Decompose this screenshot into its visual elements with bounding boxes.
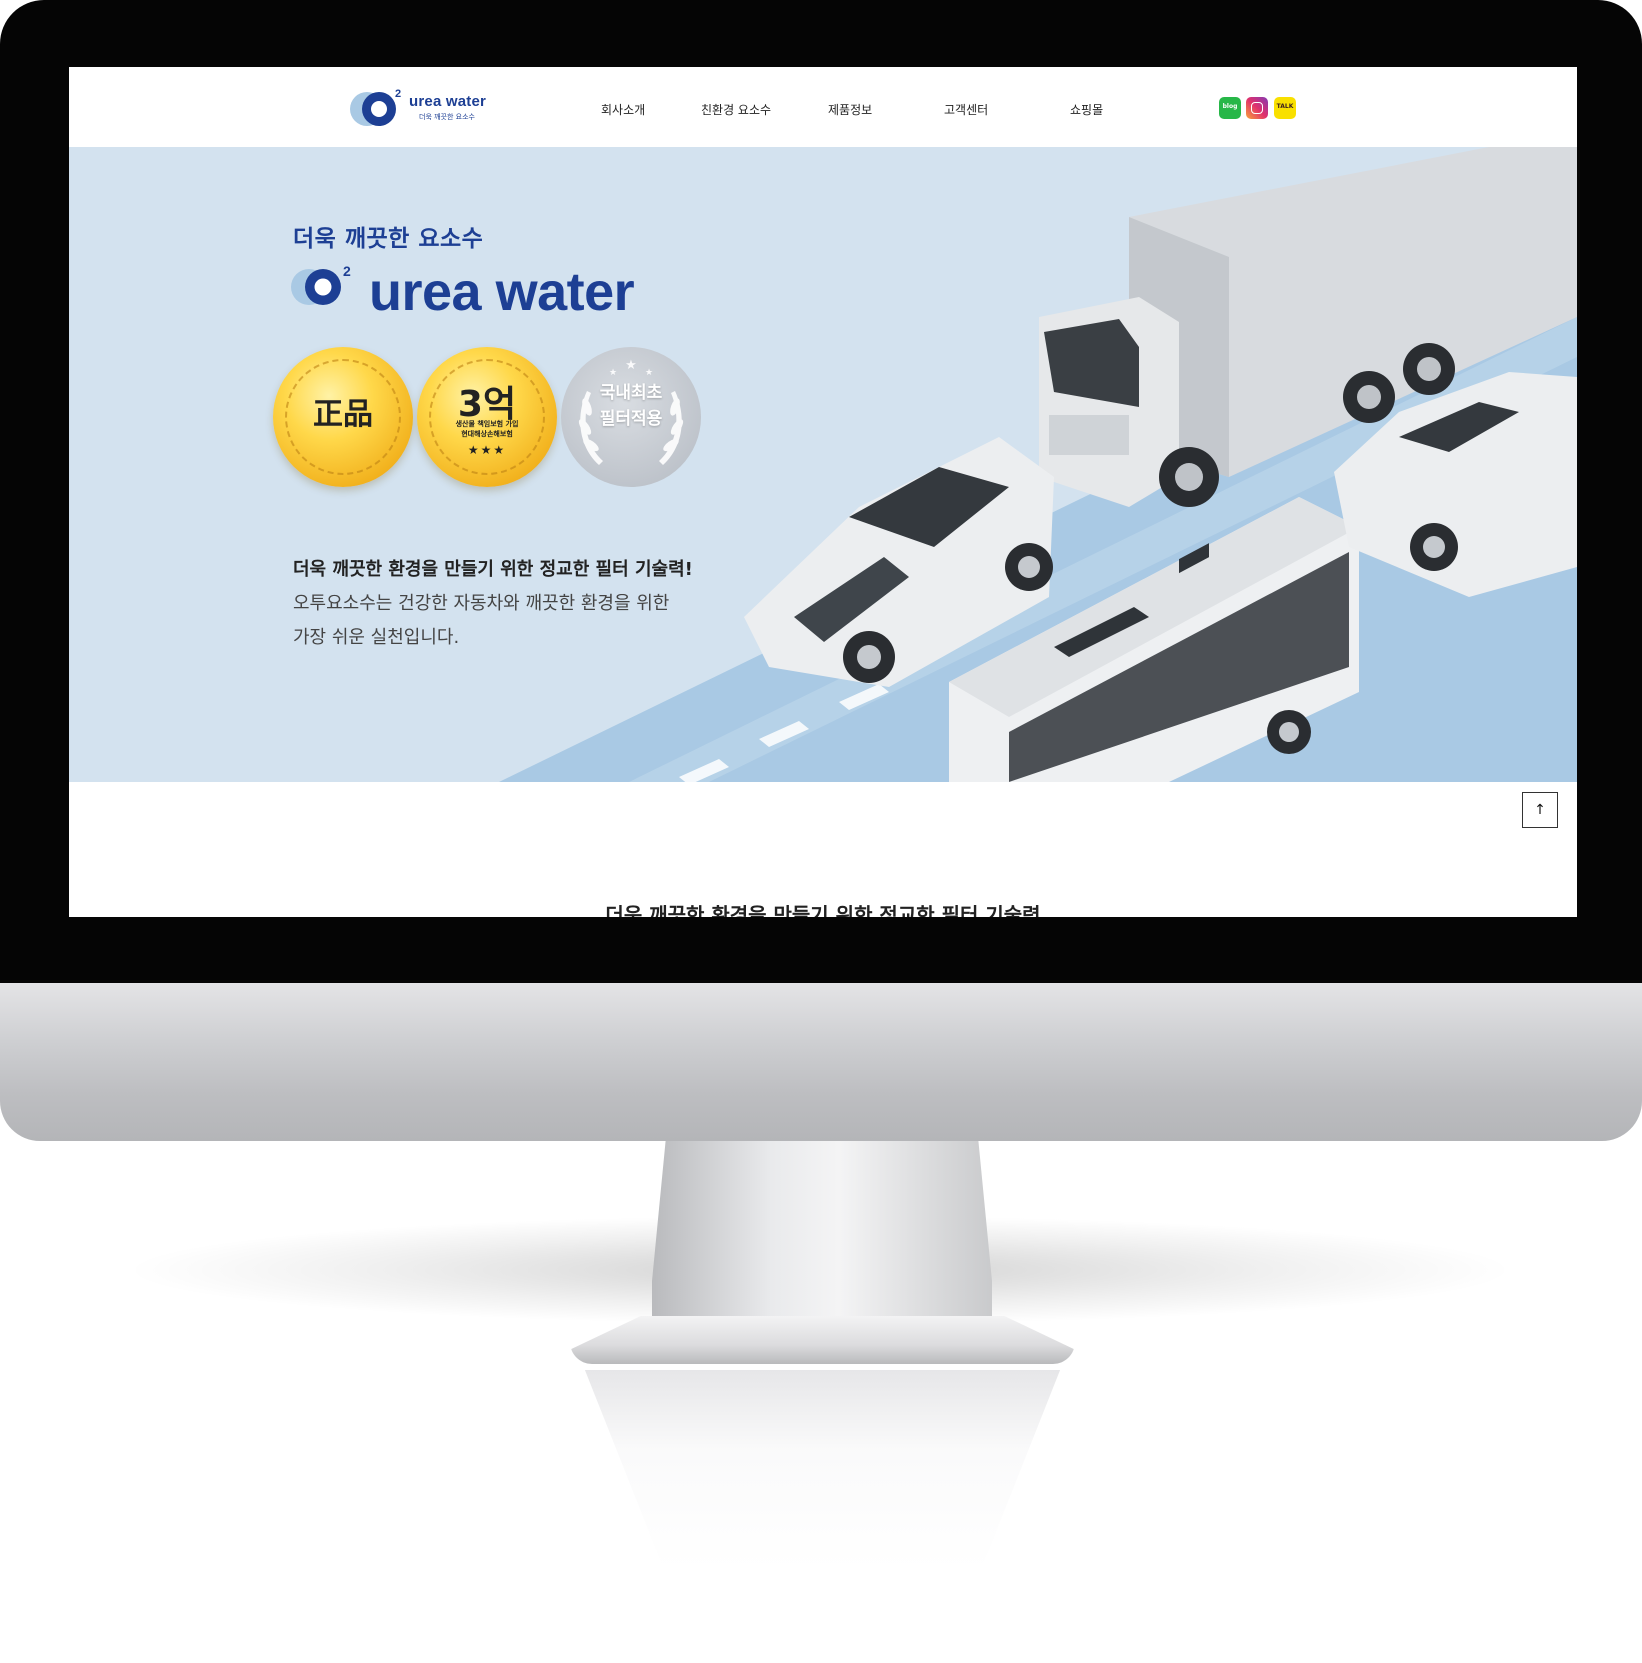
- hero-description-line2: 가장 쉬운 실천입니다.: [293, 627, 460, 648]
- svg-text:★: ★: [625, 358, 637, 373]
- instagram-ring: [1251, 102, 1263, 114]
- scroll-top-button[interactable]: ↑: [1522, 792, 1558, 828]
- logo-o2-icon: 2: [350, 88, 401, 126]
- nav-item-company[interactable]: 회사소개: [601, 101, 645, 118]
- monitor-stand-neck: [652, 1141, 992, 1341]
- brand-o2-icon: 2: [291, 265, 351, 305]
- first-filter-line2: 필터적용: [599, 409, 663, 429]
- kakaotalk-icon[interactable]: TALK: [1274, 97, 1296, 119]
- nav-item-eco-urea[interactable]: 친환경 요소수: [701, 101, 771, 118]
- blog-icon-label: blog: [1222, 103, 1238, 110]
- genuine-badge-label: 正品: [313, 397, 373, 432]
- suv-illustration: [744, 437, 1054, 687]
- stand-reflection: [584, 1370, 1061, 1570]
- hero-description-line1: 오투요소수는 건강한 자동차와 깨끗한 환경을 위한: [293, 593, 670, 614]
- kakaotalk-icon-label: TALK: [1276, 103, 1294, 110]
- monitor-chin: [0, 983, 1642, 1141]
- instagram-icon[interactable]: [1246, 97, 1268, 119]
- nav-item-products[interactable]: 제품정보: [828, 101, 872, 118]
- logo-wordmark: urea water: [409, 93, 487, 110]
- hero-banner: 더욱 깨끗한 요소수 2 urea water 正品 3억 생산물 책임보험 가…: [69, 147, 1577, 782]
- svg-text:★: ★: [645, 368, 653, 378]
- first-filter-badge: ★ ★ ★ 국내최초 필터적용: [561, 347, 701, 487]
- site-logo[interactable]: 2 urea water 더욱 깨끗한 요소수: [347, 87, 497, 131]
- svg-text:2: 2: [343, 265, 351, 279]
- nav-item-shop[interactable]: 쇼핑몰: [1070, 101, 1103, 118]
- site-header: 2 urea water 더욱 깨끗한 요소수 회사소개 친환경 요소수 제품정…: [69, 67, 1577, 147]
- hero-headline: 더욱 깨끗한 환경을 만들기 위한 정교한 필터 기술력!: [293, 559, 693, 580]
- hero-tagline: 더욱 깨끗한 요소수: [293, 226, 484, 252]
- blog-icon[interactable]: blog: [1219, 97, 1241, 119]
- vehicles-illustration: [744, 147, 1577, 782]
- screen: 2 urea water 더욱 깨끗한 요소수 회사소개 친환경 요소수 제품정…: [69, 67, 1577, 917]
- svg-text:2: 2: [395, 88, 401, 100]
- monitor-stand-foot: [570, 1316, 1075, 1364]
- insurance-badge-line1: 생산물 책임보험 가입: [455, 420, 519, 428]
- insurance-badge-line2: 현대해상손해보험: [461, 430, 513, 438]
- insurance-badge: 3억 생산물 책임보험 가입 현대해상손해보험 ★★★: [417, 347, 557, 487]
- genuine-badge: 正品: [273, 347, 413, 487]
- section-title: 더욱 깨끗한 환경을 만들기 위한 정교한 필터 기술력: [605, 903, 1041, 917]
- arrow-up-icon: ↑: [1534, 802, 1546, 818]
- hero-brand-wordmark: urea water: [369, 262, 635, 322]
- svg-text:★: ★: [609, 368, 617, 378]
- first-filter-line1: 국내최초: [599, 383, 663, 403]
- logo-subtitle: 더욱 깨끗한 요소수: [419, 113, 475, 121]
- star-icon: ★★★: [467, 443, 507, 457]
- hero-description: 오투요소수는 건강한 자동차와 깨끗한 환경을 위한 가장 쉬운 실천입니다.: [293, 587, 763, 655]
- nav-item-support[interactable]: 고객센터: [944, 101, 988, 118]
